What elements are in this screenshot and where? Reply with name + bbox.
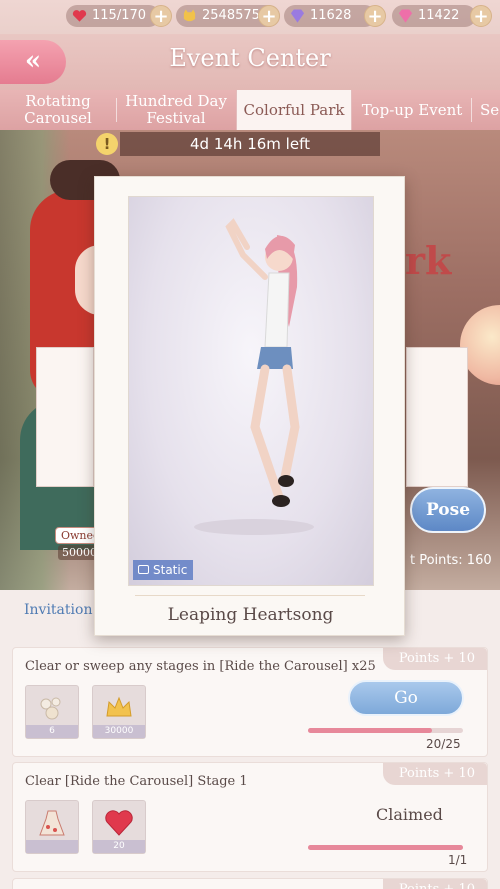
claimed-status: Claimed — [376, 805, 443, 824]
task-points-badge: Points + 10 — [382, 648, 487, 670]
event-points-label: t Points: 160 — [410, 553, 492, 568]
tab-hundred-day-festival[interactable]: Hundred Day Festival — [117, 90, 235, 130]
tab-colorful-park[interactable]: Colorful Park — [236, 90, 352, 130]
reward-quantity: 30000 — [93, 725, 145, 738]
event-banner-title: rk — [405, 238, 452, 283]
diamond-counter: 11628 — [284, 5, 376, 27]
reward-quantity: 20 — [93, 840, 145, 853]
tab-top-up-event[interactable]: Top-up Event — [353, 90, 471, 130]
go-button[interactable]: Go — [348, 680, 464, 716]
static-view-toggle[interactable]: Static — [133, 560, 194, 580]
stardust-counter: 11422 — [392, 5, 476, 27]
task-progress-bar — [308, 845, 463, 850]
task-description: Clear or sweep any stages in [Ride the C… — [25, 659, 376, 674]
outfit-name: Leaping Heartsong — [167, 605, 334, 625]
task-card-3: Points + 10 — [12, 878, 488, 889]
add-stamina-button[interactable]: + — [150, 5, 172, 27]
pearl-accessory-icon — [40, 697, 61, 720]
task-description: Clear [Ride the Carousel] Stage 1 — [25, 774, 248, 789]
page-title: Event Center — [169, 44, 331, 72]
event-tabs: Rotating Carousel Hundred Day Festival C… — [0, 90, 500, 130]
outfit-preview-card[interactable]: Static Leaping Heartsong — [94, 176, 405, 636]
side-card-right — [406, 347, 468, 487]
task-points-badge: Points + 10 — [382, 763, 487, 785]
heart-icon — [72, 10, 87, 22]
task-progress-count: 1/1 — [448, 853, 468, 867]
pose-button[interactable]: Pose — [410, 487, 486, 533]
character-pose-figure — [194, 218, 314, 535]
reward-item[interactable]: 6 — [25, 685, 79, 739]
camera-icon — [138, 565, 149, 574]
cat-coin-icon — [183, 9, 196, 22]
task-points-badge: Points + 10 — [382, 879, 487, 889]
heart-stamina-icon — [105, 810, 133, 836]
stamina-counter: 115/170 — [66, 5, 160, 27]
reward-quantity — [26, 840, 78, 853]
info-alert-icon[interactable]: ! — [96, 133, 118, 155]
tab-rotating-carousel[interactable]: Rotating Carousel — [0, 90, 116, 130]
side-card-left — [36, 347, 94, 487]
resource-bar: 115/170 + 2548575 + 11628 + 11422 + — [0, 0, 500, 34]
reward-quantity: 6 — [26, 725, 78, 738]
invitation-tab[interactable]: Invitation — [24, 602, 92, 618]
page-header: Event Center « — [0, 34, 500, 90]
double-chevron-left-icon: « — [24, 46, 42, 76]
add-diamond-button[interactable]: + — [364, 5, 386, 27]
reward-item[interactable]: 20 — [92, 800, 146, 854]
reward-item[interactable]: 30000 — [92, 685, 146, 739]
task-progress-count: 20/25 — [426, 737, 461, 751]
add-gold-button[interactable]: + — [258, 5, 280, 27]
back-button[interactable]: « — [0, 40, 66, 84]
gold-crown-icon — [106, 696, 132, 717]
pink-diamond-icon — [398, 9, 413, 23]
task-progress-bar — [308, 728, 463, 733]
tab-overflow[interactable]: Se — [472, 90, 500, 130]
caption-divider — [135, 595, 365, 596]
diamond-icon — [290, 9, 305, 23]
reward-item[interactable] — [25, 800, 79, 854]
add-stardust-button[interactable]: + — [470, 5, 492, 27]
outfit-preview-image — [128, 196, 374, 586]
floral-dress-icon — [39, 810, 65, 836]
event-timer: 4d 14h 16m left — [120, 132, 380, 156]
